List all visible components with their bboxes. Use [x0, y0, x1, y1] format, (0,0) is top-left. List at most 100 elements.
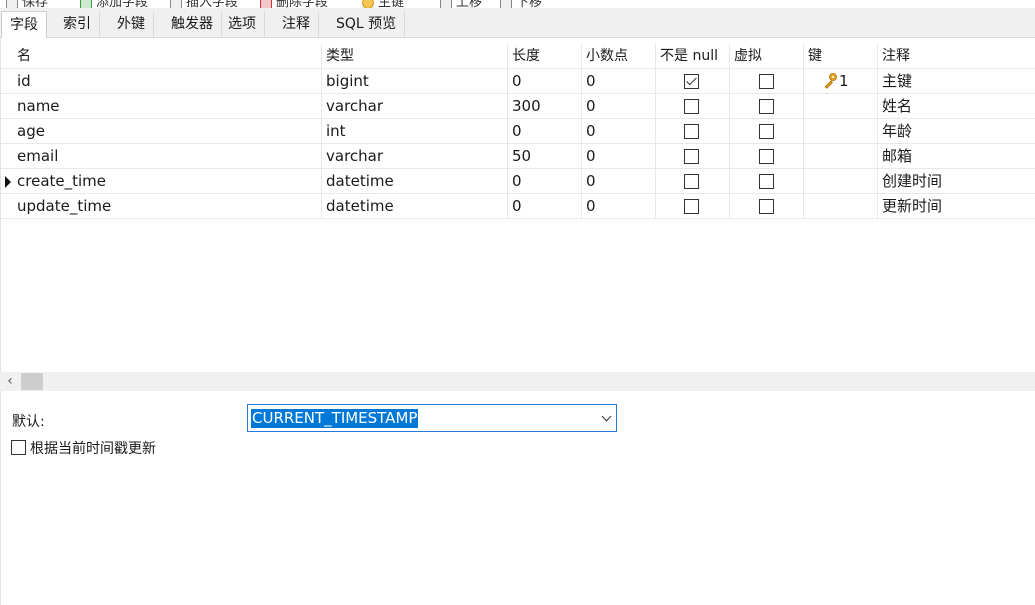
column-header-name[interactable]: 名	[13, 44, 322, 69]
on-update-checkbox[interactable]	[11, 440, 26, 455]
key-cell[interactable]	[804, 194, 878, 219]
tab-triggers[interactable]: 触发器	[163, 12, 222, 38]
horizontal-scrollbar[interactable]: ‹	[0, 372, 1035, 391]
field-comment-cell[interactable]: 创建时间	[878, 169, 1035, 194]
move-down-button[interactable]: 下移	[500, 0, 542, 8]
column-header-comment[interactable]: 注释	[878, 44, 1035, 69]
field-name-cell[interactable]: create_time	[13, 169, 322, 194]
move-up-button[interactable]: 上移	[440, 0, 482, 8]
field-name-cell[interactable]: id	[13, 69, 322, 94]
not-null-checkbox[interactable]	[684, 74, 699, 89]
column-header-virtual[interactable]: 虚拟	[730, 44, 804, 69]
toolbar: 保存 添加字段 插入字段 删除字段 主键 上移 下移	[0, 0, 1035, 8]
virtual-checkbox[interactable]	[759, 149, 774, 164]
field-decimals-cell[interactable]: 0	[582, 169, 656, 194]
chevron-left-icon[interactable]: ‹	[3, 373, 17, 390]
arrow-up-icon	[440, 0, 452, 8]
save-button[interactable]: 保存	[6, 0, 48, 8]
field-length-cell[interactable]: 0	[508, 119, 582, 144]
tab-sql-preview[interactable]: SQL 预览	[328, 12, 406, 38]
virtual-checkbox[interactable]	[759, 124, 774, 139]
field-decimals-cell[interactable]: 0	[582, 94, 656, 119]
not-null-checkbox[interactable]	[684, 99, 699, 114]
field-decimals-cell[interactable]: 0	[582, 144, 656, 169]
key-cell[interactable]	[804, 94, 878, 119]
field-type-cell[interactable]: varchar	[322, 144, 508, 169]
not-null-checkbox[interactable]	[684, 124, 699, 139]
table-row[interactable]: age int 0 0 年龄	[1, 119, 1035, 144]
tab-foreign-keys[interactable]: 外键	[109, 12, 154, 38]
table-row[interactable]: email varchar 50 0 邮箱	[1, 144, 1035, 169]
default-value-combobox[interactable]: CURRENT_TIMESTAMP	[247, 404, 617, 432]
not-null-cell	[656, 119, 730, 144]
virtual-checkbox[interactable]	[759, 199, 774, 214]
virtual-checkbox[interactable]	[759, 99, 774, 114]
table-row[interactable]: update_time datetime 0 0 更新时间	[1, 194, 1035, 219]
virtual-checkbox[interactable]	[759, 74, 774, 89]
field-type-cell[interactable]: int	[322, 119, 508, 144]
primary-key-button[interactable]: 主键	[362, 0, 404, 8]
field-type-cell[interactable]: datetime	[322, 169, 508, 194]
virtual-cell	[730, 144, 804, 169]
not-null-checkbox[interactable]	[684, 199, 699, 214]
key-cell[interactable]: 1	[804, 69, 878, 94]
default-value-text[interactable]: CURRENT_TIMESTAMP	[251, 409, 419, 428]
column-header-decimals[interactable]: 小数点	[582, 44, 656, 69]
chevron-down-icon[interactable]	[601, 411, 612, 422]
virtual-cell	[730, 94, 804, 119]
on-update-label: 根据当前时间戳更新	[30, 441, 156, 457]
column-header-type[interactable]: 类型	[322, 44, 508, 69]
field-length-cell[interactable]: 50	[508, 144, 582, 169]
key-icon	[362, 0, 374, 8]
field-decimals-cell[interactable]: 0	[582, 69, 656, 94]
key-cell[interactable]	[804, 119, 878, 144]
key-cell[interactable]	[804, 169, 878, 194]
field-name-cell[interactable]: email	[13, 144, 322, 169]
field-comment-cell[interactable]: 姓名	[878, 94, 1035, 119]
field-comment-cell[interactable]: 年龄	[878, 119, 1035, 144]
insert-field-icon	[170, 0, 182, 8]
column-header-key[interactable]: 键	[804, 44, 878, 69]
field-length-cell[interactable]: 0	[508, 169, 582, 194]
not-null-cell	[656, 144, 730, 169]
field-name-cell[interactable]: name	[13, 94, 322, 119]
field-decimals-cell[interactable]: 0	[582, 119, 656, 144]
tab-options[interactable]: 选项	[220, 12, 265, 38]
field-length-cell[interactable]: 0	[508, 69, 582, 94]
delete-field-icon	[260, 0, 272, 8]
key-cell[interactable]	[804, 144, 878, 169]
field-type-cell[interactable]: datetime	[322, 194, 508, 219]
save-icon	[6, 0, 18, 8]
add-field-button[interactable]: 添加字段	[80, 0, 148, 8]
column-header-not-null[interactable]: 不是 null	[656, 44, 730, 69]
field-name-cell[interactable]: age	[13, 119, 322, 144]
virtual-cell	[730, 119, 804, 144]
on-update-current-timestamp-option[interactable]: 根据当前时间戳更新	[11, 440, 156, 458]
table-row[interactable]: id bigint 0 0 1 主键	[1, 69, 1035, 94]
fields-grid: 名 类型 长度 小数点 不是 null 虚拟 键 注释 id bigint 0 …	[0, 38, 1035, 372]
not-null-cell	[656, 169, 730, 194]
table-row-selected[interactable]: create_time datetime 0 0 创建时间	[1, 169, 1035, 194]
tab-indexes[interactable]: 索引	[55, 12, 100, 38]
tab-comment[interactable]: 注释	[274, 12, 319, 38]
delete-field-button[interactable]: 删除字段	[260, 0, 328, 8]
insert-field-button[interactable]: 插入字段	[170, 0, 238, 8]
field-type-cell[interactable]: varchar	[322, 94, 508, 119]
scrollbar-thumb[interactable]	[21, 373, 43, 390]
field-comment-cell[interactable]: 更新时间	[878, 194, 1035, 219]
primary-key-indicator: 1	[822, 69, 849, 94]
field-length-cell[interactable]: 0	[508, 194, 582, 219]
field-comment-cell[interactable]: 邮箱	[878, 144, 1035, 169]
field-length-cell[interactable]: 300	[508, 94, 582, 119]
field-comment-cell[interactable]: 主键	[878, 69, 1035, 94]
field-name-cell[interactable]: update_time	[13, 194, 322, 219]
not-null-checkbox[interactable]	[684, 174, 699, 189]
field-type-cell[interactable]: bigint	[322, 69, 508, 94]
virtual-checkbox[interactable]	[759, 174, 774, 189]
tab-fields[interactable]: 字段	[1, 11, 47, 39]
primary-key-icon	[822, 72, 838, 89]
field-decimals-cell[interactable]: 0	[582, 194, 656, 219]
column-header-length[interactable]: 长度	[508, 44, 582, 69]
not-null-checkbox[interactable]	[684, 149, 699, 164]
table-row[interactable]: name varchar 300 0 姓名	[1, 94, 1035, 119]
